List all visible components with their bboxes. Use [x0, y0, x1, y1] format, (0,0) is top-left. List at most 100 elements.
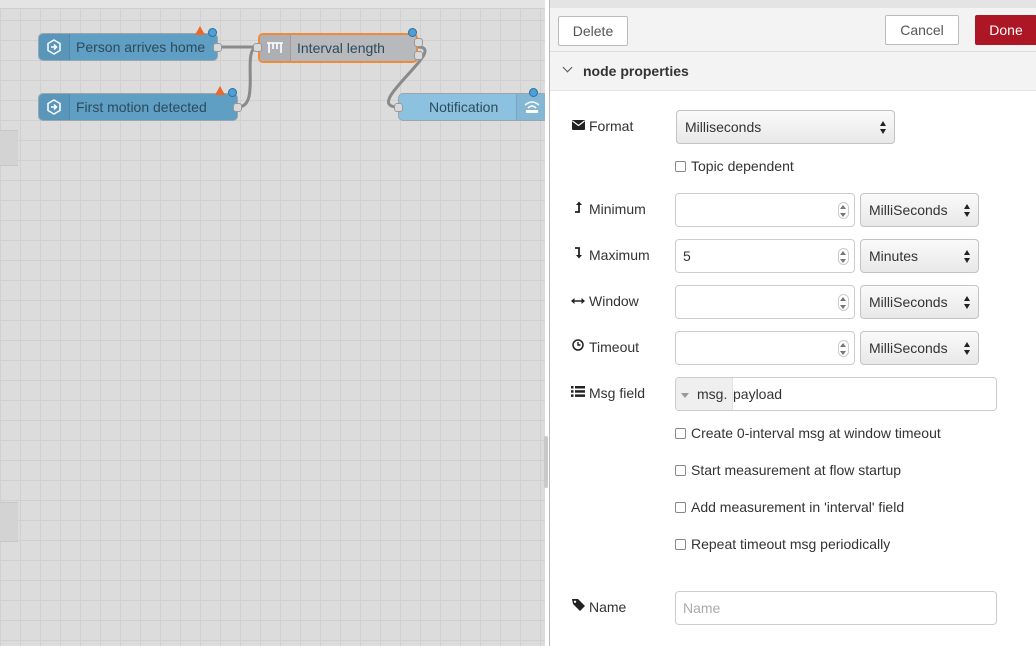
checkbox-box[interactable] — [675, 427, 686, 439]
done-button[interactable]: Done — [975, 15, 1036, 45]
window-label-text: Window — [589, 293, 639, 309]
chevron-down-icon — [562, 62, 573, 73]
msg-field-label-text: Msg field — [589, 385, 646, 401]
checkbox-box[interactable] — [675, 538, 686, 550]
timeout-unit-select[interactable]: MilliSeconds — [860, 331, 979, 365]
maximum-value: 5 — [683, 248, 691, 264]
msg-field-label: Msg field — [571, 383, 645, 403]
msg-field-value[interactable]: payload — [733, 378, 782, 410]
topic-dependent-checkbox[interactable]: Topic dependent — [675, 157, 794, 175]
notification-node[interactable]: Notification — [398, 93, 545, 121]
spinner-icon[interactable] — [838, 248, 849, 265]
inject-icon — [39, 94, 70, 120]
maximum-label-text: Maximum — [589, 247, 650, 263]
checkbox-label: Topic dependent — [691, 158, 794, 174]
checkbox-box[interactable] — [675, 464, 686, 476]
format-select[interactable]: Milliseconds — [676, 110, 895, 144]
envelope-icon — [571, 116, 585, 136]
undeployed-dot-icon — [228, 88, 237, 97]
spinner-icon[interactable] — [838, 202, 849, 219]
checkbox-label: Add measurement in 'interval' field — [691, 499, 905, 515]
maximum-input[interactable]: 5 — [675, 239, 855, 273]
timeout-unit-value: MilliSeconds — [869, 340, 948, 356]
name-label-text: Name — [589, 599, 627, 615]
format-label: Format — [571, 116, 633, 136]
timeout-label: Timeout — [571, 337, 639, 357]
option-checkbox-repeat-timeout[interactable]: Repeat timeout msg periodically — [675, 535, 890, 553]
output-port[interactable] — [233, 103, 242, 112]
input-port[interactable] — [394, 103, 403, 112]
timeout-label-text: Timeout — [589, 339, 640, 355]
window-unit-select[interactable]: MilliSeconds — [860, 285, 979, 319]
spinner-icon[interactable] — [838, 340, 849, 357]
wire — [237, 45, 259, 109]
window-unit-value: MilliSeconds — [869, 294, 948, 310]
node-properties-header[interactable]: node properties — [550, 52, 1036, 91]
output-port[interactable] — [414, 38, 423, 47]
window-input[interactable] — [675, 285, 855, 319]
select-arrows-icon — [964, 342, 971, 355]
delete-button[interactable]: Delete — [558, 16, 628, 46]
timeout-input[interactable] — [675, 331, 855, 365]
msg-prefix: msg. — [697, 386, 728, 402]
name-placeholder: Name — [683, 600, 721, 616]
undeployed-dot-icon — [408, 28, 417, 37]
node-label: Notification — [429, 99, 499, 115]
inject-icon — [39, 34, 70, 60]
interval-length-node[interactable]: Interval length — [258, 33, 418, 63]
msg-field-typedinput[interactable]: msg. payload — [675, 377, 997, 411]
name-input[interactable]: Name — [675, 591, 997, 625]
select-arrows-icon — [964, 296, 971, 309]
inject-node-first-motion[interactable]: First motion detected — [38, 93, 238, 121]
changed-indicator-icon — [195, 26, 205, 35]
window-label: Window — [571, 291, 639, 311]
msg-type-selector[interactable]: msg. — [676, 378, 733, 410]
minimum-input[interactable] — [675, 193, 855, 227]
minimum-unit-select[interactable]: MilliSeconds — [860, 193, 979, 227]
minimum-label: Minimum — [571, 199, 646, 219]
undeployed-dot-icon — [529, 88, 538, 97]
node-label: Person arrives home — [76, 39, 206, 55]
maximum-unit-value: Minutes — [869, 248, 919, 264]
level-up-icon — [571, 199, 585, 219]
maximum-label: Maximum — [571, 245, 650, 265]
interval-icon — [260, 35, 291, 61]
flow-canvas[interactable]: Person arrives home First motion detecte… — [0, 0, 545, 646]
checkbox-box[interactable] — [675, 501, 686, 513]
format-label-text: Format — [589, 118, 634, 134]
list-icon — [571, 383, 585, 403]
output-port[interactable] — [414, 51, 423, 60]
checkbox-box[interactable] — [675, 160, 686, 172]
level-down-icon — [571, 245, 585, 265]
checkbox-label: Create 0-interval msg at window timeout — [691, 425, 941, 441]
input-port[interactable] — [253, 43, 262, 52]
checkbox-label: Repeat timeout msg periodically — [691, 536, 891, 552]
spinner-icon[interactable] — [838, 294, 849, 311]
select-arrows-icon — [964, 204, 971, 217]
select-arrows-icon — [964, 250, 971, 263]
checkbox-label: Start measurement at flow startup — [691, 462, 902, 478]
node-label: First motion detected — [76, 99, 207, 115]
node-label: Interval length — [297, 40, 385, 56]
select-arrows-icon — [880, 121, 887, 134]
name-label: Name — [571, 597, 626, 617]
maximum-unit-select[interactable]: Minutes — [860, 239, 979, 273]
clock-icon — [571, 337, 585, 357]
inject-node-person-arrives-home[interactable]: Person arrives home — [38, 33, 218, 61]
tray-toolbar: Delete Cancel Done — [550, 0, 1036, 52]
minimum-unit-value: MilliSeconds — [869, 202, 948, 218]
cancel-button[interactable]: Cancel — [885, 15, 959, 45]
option-checkbox-startup[interactable]: Start measurement at flow startup — [675, 461, 901, 479]
format-select-value: Milliseconds — [685, 119, 762, 135]
tag-icon — [571, 597, 585, 617]
option-checkbox-interval-field[interactable]: Add measurement in 'interval' field — [675, 498, 904, 516]
arrows-h-icon — [571, 291, 585, 311]
output-port[interactable] — [213, 43, 222, 52]
sidebar-resize-handle[interactable] — [544, 436, 548, 488]
option-checkbox-window-timeout[interactable]: Create 0-interval msg at window timeout — [675, 424, 941, 442]
caret-down-icon — [681, 393, 689, 398]
undeployed-dot-icon — [208, 28, 217, 37]
section-title: node properties — [583, 63, 689, 79]
changed-indicator-icon — [215, 86, 225, 95]
wifi-icon — [516, 94, 545, 120]
